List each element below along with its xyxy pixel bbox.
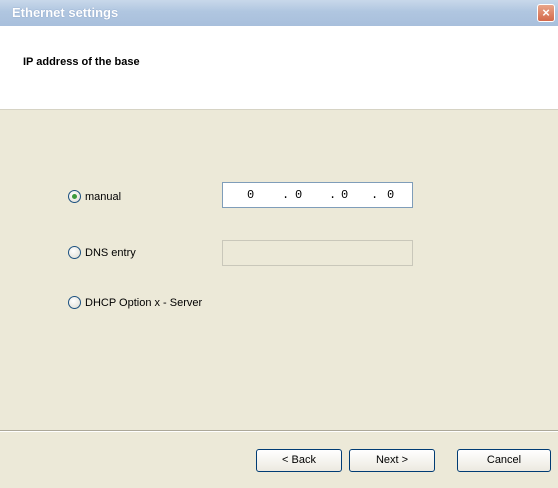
radio-manual[interactable]: manual xyxy=(68,190,121,203)
ip-address-input[interactable]: 0 . 0 . 0 . 0 xyxy=(222,182,413,208)
ethernet-settings-dialog: Ethernet settings × IP address of the ba… xyxy=(0,0,558,488)
ip-separator: . xyxy=(282,188,290,202)
close-icon: × xyxy=(542,5,550,20)
wizard-body xyxy=(0,110,558,428)
dns-entry-input xyxy=(222,240,413,266)
footer-divider xyxy=(0,430,558,432)
radio-dhcp-label: DHCP Option x - Server xyxy=(85,296,203,309)
page-title: IP address of the base xyxy=(23,56,140,68)
window-title: Ethernet settings xyxy=(12,5,119,20)
wizard-header: IP address of the base xyxy=(0,26,558,110)
back-button[interactable]: < Back xyxy=(256,449,342,472)
ip-octet-4[interactable]: 0 xyxy=(387,188,394,202)
radio-dns[interactable]: DNS entry xyxy=(68,246,136,259)
title-bar[interactable]: Ethernet settings × xyxy=(0,0,558,26)
radio-manual-button[interactable] xyxy=(68,190,81,203)
radio-dns-button[interactable] xyxy=(68,246,81,259)
radio-dhcp-button[interactable] xyxy=(68,296,81,309)
ip-octet-1[interactable]: 0 xyxy=(247,188,254,202)
ip-separator: . xyxy=(329,188,337,202)
cancel-button[interactable]: Cancel xyxy=(457,449,551,472)
next-button[interactable]: Next > xyxy=(349,449,435,472)
radio-dns-label: DNS entry xyxy=(85,246,136,259)
radio-dhcp[interactable]: DHCP Option x - Server xyxy=(68,296,202,309)
ip-octet-2[interactable]: 0 xyxy=(295,188,302,202)
radio-manual-label: manual xyxy=(85,190,122,203)
close-button[interactable]: × xyxy=(537,4,555,22)
ip-octet-3[interactable]: 0 xyxy=(341,188,348,202)
ip-separator: . xyxy=(371,188,379,202)
